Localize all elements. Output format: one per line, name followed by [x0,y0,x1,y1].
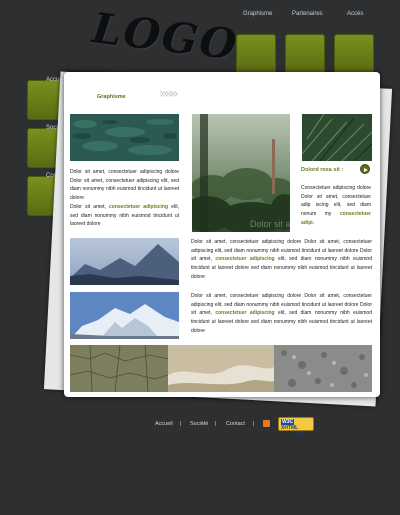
xhtml-version: 1.0 [297,431,304,437]
xhtml-label: XHTML [281,425,299,431]
nav-tile-partenaires[interactable] [285,34,325,74]
col1-paragraph-2: Dolor sit amet, consectetuer adipiscing … [70,204,179,228]
footer-link-contact[interactable]: Contact [226,421,245,427]
footer-link-societe[interactable]: Société [190,421,208,427]
mountain-dusk-image [70,238,179,285]
foliage-image [302,114,372,161]
nav-graphisme[interactable]: Graphisme [243,11,272,17]
play-icon[interactable] [360,164,370,174]
gravel-image [274,345,372,392]
logo[interactable]: LOGO [90,3,241,69]
breadcrumb[interactable]: Graphisme [97,94,126,100]
chevrons-icon: »»» [159,86,179,102]
nav-tile-graphisme[interactable] [236,34,276,74]
footer-separator: | [215,421,217,427]
forest-caption: Dolor sit amet [250,219,306,229]
footer-link-accueil[interactable]: Accueil [155,421,173,427]
mid-paragraph-1: Dolor sit amet, consectetuer adipiscing … [191,239,372,280]
content-panel: Graphisme »»» Dolor sit amet Dolord rosa… [64,72,380,397]
nav-acces[interactable]: Accès [347,11,363,17]
footer-separator: | [180,421,182,427]
water-image [70,114,179,161]
right-column-paragraph: Consectetuer adipiscing dolore Dolor sit… [301,185,371,226]
col1-paragraph: Dolor sit amet, consectetuer adipiscing … [70,169,179,202]
right-column-title: Dolord rosa sit : [301,167,344,173]
cracked-earth-image [70,345,168,392]
nav-partenaires[interactable]: Partenaires [292,11,323,17]
sand-dunes-image [168,345,274,392]
nav-tile-acces[interactable] [334,34,374,74]
mid-paragraph-2: Dolor sit amet, consectetuer adipiscing … [191,293,372,334]
xhtml-validator-badge[interactable]: W3C XHTML 1.0 [278,417,314,437]
mid-link-2[interactable]: consectetuer adipiscing [215,310,274,316]
mid-link-1[interactable]: consectetuer adipiscing [215,256,274,262]
footer-separator: | [253,421,255,427]
snowy-mountain-image [70,292,179,339]
forest-image [192,114,290,232]
rss-icon[interactable] [263,420,270,427]
col1-link[interactable]: consectetuer adipiscing [109,204,168,210]
